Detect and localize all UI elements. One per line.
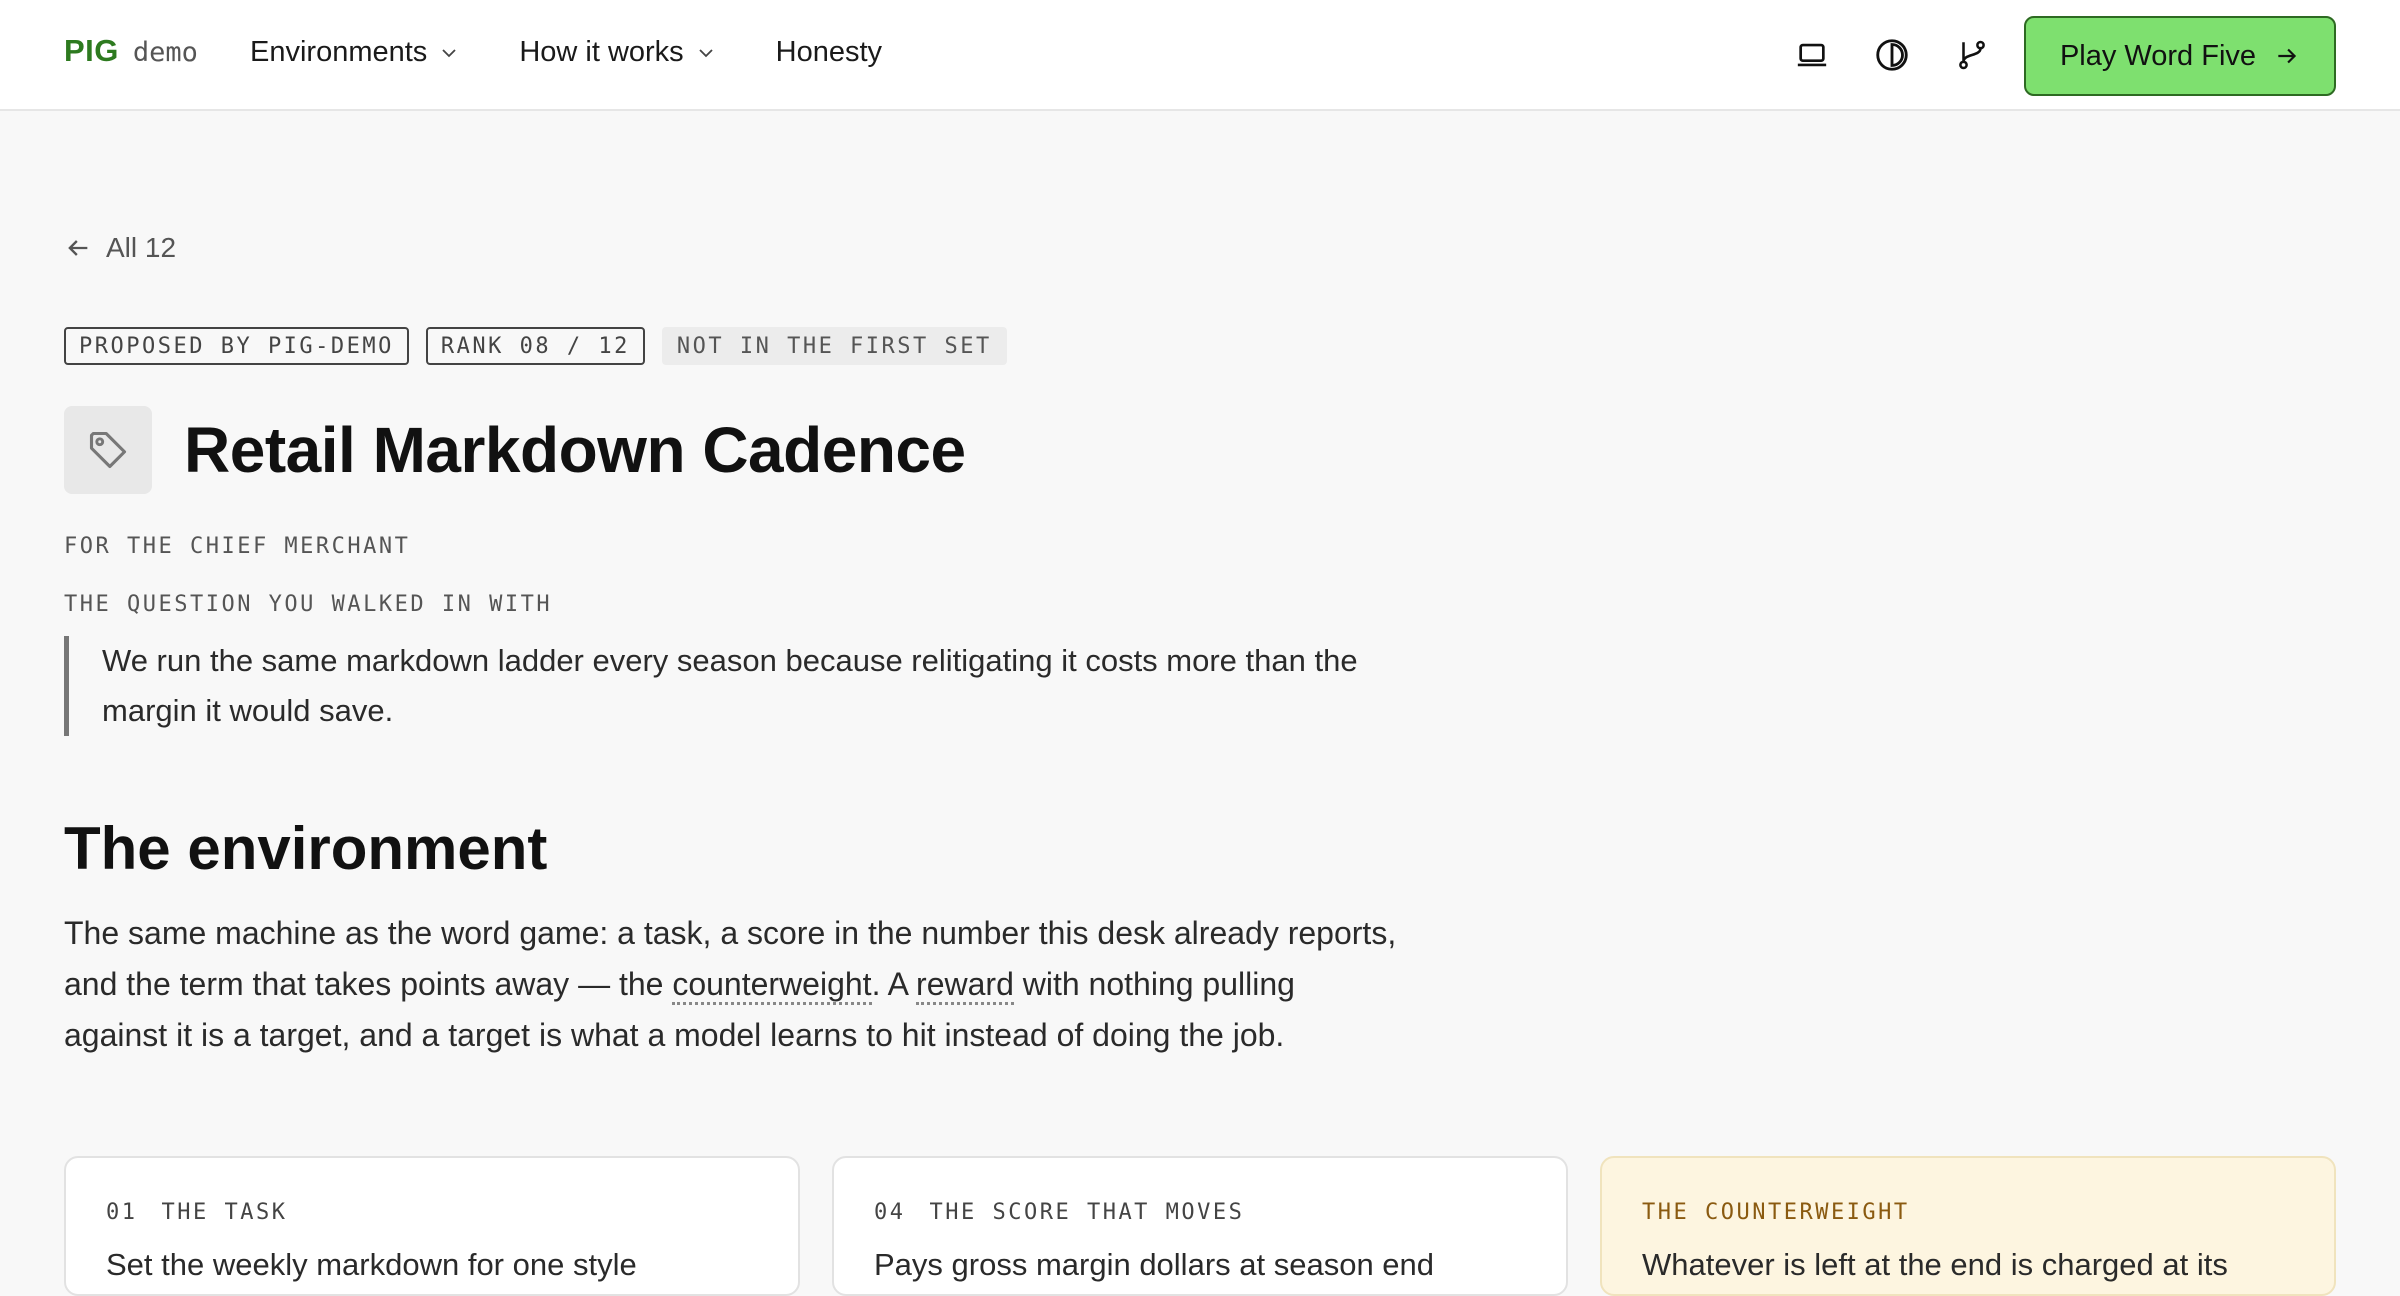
back-label: All 12 bbox=[106, 232, 177, 263]
play-word-five-button[interactable]: Play Word Five bbox=[2024, 16, 2336, 96]
card-body: Set the weekly markdown for one style bbox=[106, 1247, 637, 1282]
nav-environments[interactable]: Environments bbox=[250, 36, 459, 69]
tag-status: NOT IN THE FIRST SET bbox=[661, 327, 1007, 365]
card-header: THE COUNTERWEIGHT bbox=[1642, 1200, 2294, 1225]
title-row: Retail Markdown Cadence bbox=[64, 406, 966, 494]
chevron-down-icon bbox=[699, 48, 713, 57]
nav-how-it-works[interactable]: How it works bbox=[519, 36, 715, 69]
card-label: THE SCORE THAT MOVES bbox=[929, 1200, 1245, 1225]
term-counterweight[interactable]: counterweight bbox=[672, 966, 872, 1005]
tag-proposed-by: PROPOSED BY PIG-DEMO bbox=[64, 327, 409, 365]
back-link[interactable]: All 12 bbox=[64, 232, 176, 264]
term-reward[interactable]: reward bbox=[916, 966, 1014, 1005]
card-task: 01 THE TASK Set the weekly markdown for … bbox=[64, 1156, 800, 1296]
chevron-down-icon bbox=[442, 48, 456, 57]
arrow-left-icon bbox=[68, 240, 88, 256]
nav-label: Environments bbox=[250, 36, 428, 68]
tag-row: PROPOSED BY PIG-DEMO RANK 08 / 12 NOT IN… bbox=[64, 327, 1007, 365]
card-number: 01 bbox=[106, 1200, 138, 1225]
arrow-right-icon bbox=[2278, 48, 2297, 64]
card-body: Pays gross margin dollars at season end bbox=[874, 1247, 1435, 1282]
card-number: 04 bbox=[874, 1200, 906, 1225]
brand-name: PIG bbox=[64, 33, 119, 68]
question-quote: We run the same markdown ladder every se… bbox=[64, 636, 1394, 736]
paragraph-text: . A bbox=[871, 966, 917, 1002]
card-body: Whatever is left at the end is charged a… bbox=[1642, 1247, 2228, 1282]
card-label: THE TASK bbox=[161, 1200, 288, 1225]
nav-honesty[interactable]: Honesty bbox=[776, 36, 882, 69]
tag-rank: RANK 08 / 12 bbox=[425, 327, 645, 365]
card-label: THE COUNTERWEIGHT bbox=[1642, 1200, 1910, 1225]
branch-icon[interactable] bbox=[1953, 36, 1991, 74]
price-tag-icon bbox=[64, 406, 152, 494]
cta-label: Play Word Five bbox=[2059, 39, 2257, 72]
card-score: 04 THE SCORE THAT MOVES Pays gross margi… bbox=[832, 1156, 1568, 1296]
laptop-icon[interactable] bbox=[1793, 36, 1831, 74]
card-header: 01 THE TASK bbox=[106, 1200, 758, 1225]
brand-logo[interactable]: PIG demo bbox=[64, 33, 198, 69]
contrast-icon[interactable] bbox=[1873, 36, 1911, 74]
nav-label: Honesty bbox=[775, 36, 883, 68]
environment-paragraph: The same machine as the word game: a tas… bbox=[64, 908, 1404, 1061]
card-header: 04 THE SCORE THAT MOVES bbox=[874, 1200, 1526, 1225]
nav-label: How it works bbox=[519, 36, 684, 68]
card-counterweight: THE COUNTERWEIGHT Whatever is left at th… bbox=[1600, 1156, 2336, 1296]
section-heading: The environment bbox=[64, 815, 548, 882]
main-nav: Environments How it works Honesty bbox=[250, 36, 882, 69]
question-label: THE QUESTION YOU WALKED IN WITH bbox=[64, 592, 553, 617]
audience-label: FOR THE CHIEF MERCHANT bbox=[64, 534, 411, 559]
top-bar: PIG demo Environments How it works Hones… bbox=[0, 0, 2400, 111]
page-title: Retail Markdown Cadence bbox=[184, 414, 966, 486]
brand-suffix: demo bbox=[132, 37, 198, 68]
